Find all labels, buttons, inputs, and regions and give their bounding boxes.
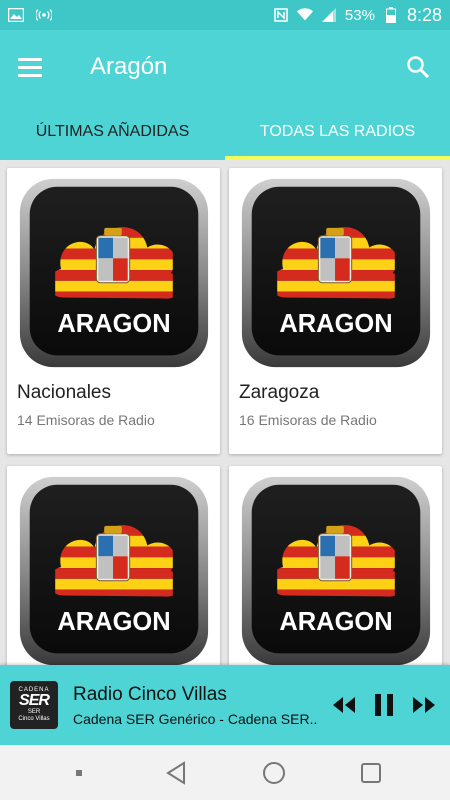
fast-forward-icon[interactable] (410, 691, 438, 719)
logo-main-text: SER (19, 692, 50, 709)
aragon-app-icon: ARAGON (7, 168, 220, 378)
page-title: Aragón (90, 53, 168, 80)
home-icon[interactable] (254, 753, 294, 793)
svg-text:ARAGON: ARAGON (279, 310, 392, 338)
rewind-icon[interactable] (330, 691, 358, 719)
wifi-icon (296, 7, 313, 23)
pause-icon[interactable] (370, 691, 398, 719)
tab-bar: ÚLTIMAS AÑADIDAS TODAS LAS RADIOS (0, 104, 450, 160)
back-icon[interactable] (156, 753, 196, 793)
category-card[interactable]: ARAGON Zaragoza 16 Emisoras de Radio (229, 168, 442, 454)
logo-sub-line2: Cinco Villas (18, 716, 50, 722)
recents-dot-icon[interactable] (59, 753, 99, 793)
svg-text:ARAGON: ARAGON (279, 608, 392, 636)
logo-sub-line1: SER (27, 709, 41, 715)
card-subtitle: 14 Emisoras de Radio (17, 412, 155, 428)
card-title: Zaragoza (239, 382, 320, 403)
broadcast-icon (36, 7, 52, 23)
aragon-app-icon: ARAGON (7, 466, 220, 665)
card-title: Nacionales (17, 382, 111, 403)
image-icon (8, 7, 24, 23)
svg-text:ARAGON: ARAGON (57, 310, 170, 338)
category-card[interactable]: ARAGON (229, 466, 442, 665)
tab-todas-las-radios[interactable]: TODAS LAS RADIOS (225, 104, 450, 160)
category-card[interactable]: ARAGON Nacionales 14 Emisoras de Radio (7, 168, 220, 454)
status-right: 53% 8:28 (273, 5, 442, 26)
player-title: Radio Cinco Villas (73, 683, 227, 705)
search-icon[interactable] (400, 49, 436, 85)
player-subtitle: Cadena SER Genérico - Cadena SER.. (73, 710, 318, 727)
nfc-icon (273, 7, 289, 23)
status-bar: 53% 8:28 (0, 0, 450, 30)
player-controls (330, 691, 438, 719)
radio-category-grid: ARAGON Nacionales 14 Emisoras de Radio A… (0, 160, 450, 665)
station-logo[interactable]: CADENA SER SER Cinco Villas (10, 681, 58, 729)
signal-icon (321, 7, 337, 23)
system-nav-bar (0, 745, 450, 800)
status-left (8, 7, 52, 23)
overview-icon[interactable] (351, 753, 391, 793)
aragon-app-icon: ARAGON (229, 466, 442, 665)
aragon-app-icon: ARAGON (229, 168, 442, 378)
category-card[interactable]: ARAGON (7, 466, 220, 665)
hamburger-menu-icon[interactable] (18, 49, 54, 85)
battery-icon (383, 7, 399, 23)
clock: 8:28 (406, 4, 442, 25)
mini-player[interactable]: CADENA SER SER Cinco Villas Radio Cinco … (0, 665, 450, 745)
svg-text:ARAGON: ARAGON (57, 608, 170, 636)
battery-percent: 53% (344, 6, 375, 24)
player-info[interactable]: Radio Cinco Villas Cadena SER Genérico -… (73, 684, 325, 727)
card-subtitle: 16 Emisoras de Radio (239, 412, 377, 428)
app-bar: Aragón (0, 30, 450, 104)
tab-ultimas-anadidas[interactable]: ÚLTIMAS AÑADIDAS (0, 104, 225, 160)
